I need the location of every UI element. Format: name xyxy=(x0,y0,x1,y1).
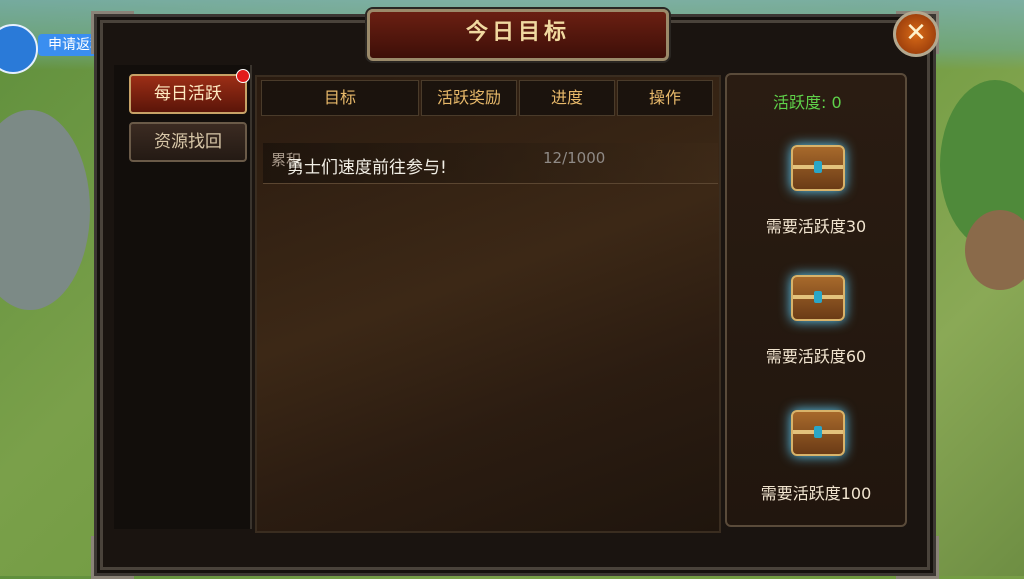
reward-column: 活跃度: 0 需要活跃度30 需要活跃度60 需要活跃度100 xyxy=(725,73,907,527)
tab-daily-activity-label: 每日活跃 xyxy=(154,84,222,104)
header-goal: 目标 xyxy=(261,80,419,116)
activity-points-label: 活跃度: 0 xyxy=(773,93,842,112)
frame-corner-bl xyxy=(91,536,134,579)
tab-resource-recovery-label: 资源找回 xyxy=(154,132,222,152)
tab-column: 每日活跃 资源找回 xyxy=(114,65,252,529)
header-reward: 活跃奖励 xyxy=(421,80,517,116)
daily-goals-panel: 今日目标 ✕ 每日活跃 资源找回 目标 活跃奖励 进度 操作 累积 12/100… xyxy=(91,9,939,579)
tab-resource-recovery[interactable]: 资源找回 xyxy=(129,122,247,162)
close-icon: ✕ xyxy=(905,18,927,48)
panel-title: 今日目标 xyxy=(465,20,570,45)
panel-title-plate: 今日目标 xyxy=(367,9,669,61)
treasure-chest-icon[interactable] xyxy=(791,145,845,191)
tab-daily-activity[interactable]: 每日活跃 xyxy=(129,74,247,114)
reward-requirement-30: 需要活跃度30 xyxy=(765,217,867,236)
row-progress-text: 12/1000 xyxy=(543,149,606,167)
header-action: 操作 xyxy=(617,80,713,116)
close-button[interactable]: ✕ xyxy=(893,11,939,57)
scrolling-announcement: 勇士们速度前往参与! xyxy=(287,158,447,178)
frame-corner-tl xyxy=(91,11,134,54)
background-creature-right xyxy=(965,210,1024,290)
treasure-chest-icon[interactable] xyxy=(791,410,845,456)
notification-dot-icon xyxy=(236,69,250,83)
goals-table: 目标 活跃奖励 进度 操作 累积 12/1000 勇士们速度前往参与! xyxy=(255,75,721,533)
reward-requirement-100: 需要活跃度100 xyxy=(760,484,872,503)
background-rock-left xyxy=(0,110,90,310)
table-row: 累积 12/1000 勇士们速度前往参与! xyxy=(263,143,718,184)
frame-corner-br xyxy=(896,536,939,579)
treasure-chest-icon[interactable] xyxy=(791,275,845,321)
reward-requirement-60: 需要活跃度60 xyxy=(765,347,867,366)
header-progress: 进度 xyxy=(519,80,615,116)
